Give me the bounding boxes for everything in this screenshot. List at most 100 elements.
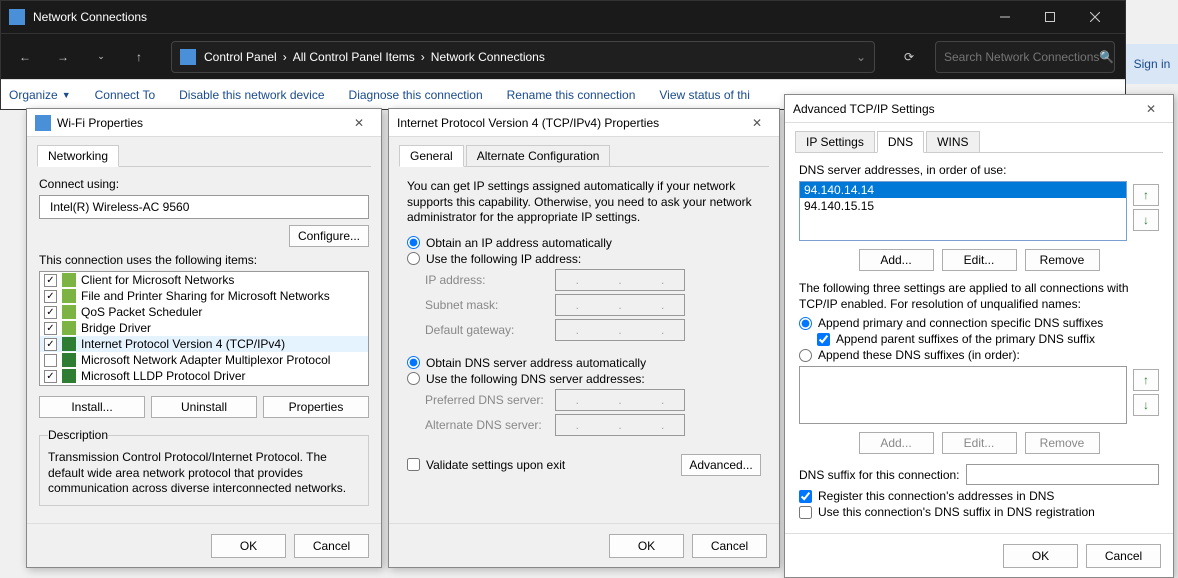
radio-append-primary[interactable]: Append primary and connection specific D…	[799, 316, 1159, 330]
check-use-suffix[interactable]: Use this connection's DNS suffix in DNS …	[799, 505, 1159, 519]
component-item[interactable]: Client for Microsoft Networks	[40, 272, 368, 288]
remove-suffix-button[interactable]: Remove	[1025, 432, 1100, 454]
advanced-tcpip-dialog: Advanced TCP/IP Settings ✕ IP Settings D…	[784, 94, 1174, 578]
move-up-button[interactable]: ↑	[1133, 184, 1159, 206]
alt-dns-input: ...	[555, 414, 685, 436]
suffix-down-button[interactable]: ↓	[1133, 394, 1159, 416]
close-icon[interactable]: ✕	[1137, 97, 1165, 121]
dns-server-item[interactable]: 94.140.14.14	[800, 182, 1126, 198]
address-bar[interactable]: Control Panel› All Control Panel Items› …	[171, 41, 875, 73]
suffix-list[interactable]	[799, 366, 1127, 424]
move-down-button[interactable]: ↓	[1133, 209, 1159, 231]
remove-dns-button[interactable]: Remove	[1025, 249, 1100, 271]
component-item[interactable]: Internet Protocol Version 4 (TCP/IPv4)	[40, 336, 368, 352]
suffix-input[interactable]	[966, 464, 1159, 485]
uninstall-button[interactable]: Uninstall	[151, 396, 257, 418]
chevron-down-icon[interactable]: ⌄	[856, 50, 866, 64]
ok-button[interactable]: OK	[609, 534, 684, 558]
check-append-parent[interactable]: Append parent suffixes of the primary DN…	[817, 332, 1159, 346]
cmd-diagnose[interactable]: Diagnose this connection	[349, 88, 483, 102]
dns-servers-list[interactable]: 94.140.14.1494.140.15.15	[799, 181, 1127, 241]
advanced-button[interactable]: Advanced...	[681, 454, 761, 476]
search-input[interactable]	[944, 50, 1099, 64]
tab-wins[interactable]: WINS	[926, 131, 979, 152]
ipv4-tabs: General Alternate Configuration	[399, 143, 769, 167]
tab-ip-settings[interactable]: IP Settings	[795, 131, 875, 152]
check-register[interactable]: Register this connection's addresses in …	[799, 489, 1159, 503]
minimize-button[interactable]	[982, 1, 1027, 33]
component-item[interactable]: Microsoft LLDP Protocol Driver	[40, 368, 368, 384]
dns-server-item[interactable]: 94.140.15.15	[800, 198, 1126, 214]
component-name: QoS Packet Scheduler	[81, 305, 202, 319]
suffix-label: DNS suffix for this connection:	[799, 468, 960, 482]
cmd-connect[interactable]: Connect To	[95, 88, 156, 102]
back-button[interactable]: ←	[11, 43, 39, 71]
pref-dns-input: ...	[555, 389, 685, 411]
configure-button[interactable]: Configure...	[289, 225, 369, 247]
signin-button[interactable]: Sign in	[1126, 44, 1178, 84]
crumb-2[interactable]: All Control Panel Items	[293, 50, 415, 64]
checkbox-icon[interactable]	[44, 354, 57, 367]
component-item[interactable]: Microsoft Network Adapter Multiplexor Pr…	[40, 352, 368, 368]
search-icon[interactable]: 🔍	[1099, 50, 1114, 64]
checkbox-icon[interactable]	[44, 338, 57, 351]
add-suffix-button[interactable]: Add...	[859, 432, 934, 454]
component-item[interactable]: Bridge Driver	[40, 320, 368, 336]
wifi-icon	[35, 115, 51, 131]
close-button[interactable]	[1072, 1, 1117, 33]
tab-alternate[interactable]: Alternate Configuration	[466, 145, 611, 166]
cancel-button[interactable]: Cancel	[294, 534, 369, 558]
checkbox-icon[interactable]	[44, 306, 57, 319]
component-icon	[62, 289, 76, 303]
cmd-status[interactable]: View status of thi	[659, 88, 750, 102]
window-title: Network Connections	[33, 10, 982, 24]
tab-general[interactable]: General	[399, 145, 464, 167]
crumb-3[interactable]: Network Connections	[431, 50, 545, 64]
components-list[interactable]: Client for Microsoft NetworksFile and Pr…	[39, 271, 369, 386]
description-label: Description	[48, 428, 108, 442]
maximize-button[interactable]	[1027, 1, 1072, 33]
component-name: File and Printer Sharing for Microsoft N…	[81, 289, 330, 303]
cancel-button[interactable]: Cancel	[1086, 544, 1161, 568]
explorer-titlebar: Network Connections	[1, 1, 1125, 33]
component-item[interactable]: QoS Packet Scheduler	[40, 304, 368, 320]
install-button[interactable]: Install...	[39, 396, 145, 418]
radio-auto-dns[interactable]: Obtain DNS server address automatically	[407, 356, 761, 370]
search-box[interactable]: 🔍	[935, 41, 1115, 73]
checkbox-icon[interactable]	[44, 274, 57, 287]
forward-button[interactable]: →	[49, 43, 77, 71]
suffix-up-button[interactable]: ↑	[1133, 369, 1159, 391]
checkbox-icon[interactable]	[44, 290, 57, 303]
radio-use-dns[interactable]: Use the following DNS server addresses:	[407, 372, 761, 386]
cancel-button[interactable]: Cancel	[692, 534, 767, 558]
recent-locations-button[interactable]: ⌄	[87, 43, 115, 71]
tab-dns[interactable]: DNS	[877, 131, 924, 153]
edit-dns-button[interactable]: Edit...	[942, 249, 1017, 271]
close-icon[interactable]: ✕	[345, 111, 373, 135]
ok-button[interactable]: OK	[211, 534, 286, 558]
checkbox-icon[interactable]	[44, 370, 57, 383]
wifi-properties-dialog: Wi-Fi Properties ✕ Networking Connect us…	[26, 108, 382, 568]
component-item[interactable]: File and Printer Sharing for Microsoft N…	[40, 288, 368, 304]
dialog-title: Wi-Fi Properties	[57, 116, 345, 130]
add-dns-button[interactable]: Add...	[859, 249, 934, 271]
up-button[interactable]: ↑	[125, 43, 153, 71]
cmd-disable[interactable]: Disable this network device	[179, 88, 324, 102]
checkbox-icon[interactable]	[44, 322, 57, 335]
radio-use-ip[interactable]: Use the following IP address:	[407, 252, 761, 266]
refresh-button[interactable]: ⟳	[893, 41, 925, 73]
component-icon	[62, 353, 76, 367]
organize-menu[interactable]: Organize ▼	[9, 88, 71, 102]
close-icon[interactable]: ✕	[743, 111, 771, 135]
cmd-rename[interactable]: Rename this connection	[507, 88, 636, 102]
ok-button[interactable]: OK	[1003, 544, 1078, 568]
edit-suffix-button[interactable]: Edit...	[942, 432, 1017, 454]
validate-checkbox[interactable]: Validate settings upon exit	[407, 458, 565, 472]
crumb-1[interactable]: Control Panel	[204, 50, 277, 64]
properties-button[interactable]: Properties	[263, 396, 369, 418]
intro-text: You can get IP settings assigned automat…	[407, 179, 761, 226]
tab-networking[interactable]: Networking	[37, 145, 119, 167]
radio-auto-ip[interactable]: Obtain an IP address automatically	[407, 236, 761, 250]
control-panel-icon	[9, 9, 25, 25]
radio-append-these[interactable]: Append these DNS suffixes (in order):	[799, 348, 1159, 362]
